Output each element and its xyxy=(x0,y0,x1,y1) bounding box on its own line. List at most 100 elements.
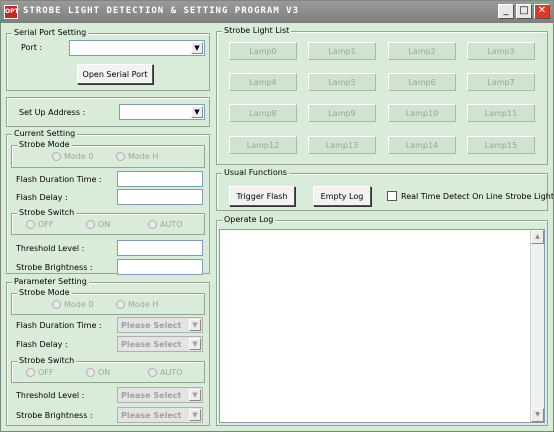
param-flash-delay-label: Flash Delay : xyxy=(16,340,68,349)
param-mode-0-label: Mode 0 xyxy=(64,300,94,309)
lamp-button[interactable]: Lamp6 xyxy=(388,73,456,91)
current-flash-duration-label: Flash Duration Time : xyxy=(16,175,102,184)
lamp-button[interactable]: Lamp7 xyxy=(467,73,535,91)
param-flash-duration-label: Flash Duration Time : xyxy=(16,321,102,330)
radio-icon xyxy=(148,220,157,229)
lamp-button[interactable]: Lamp2 xyxy=(388,42,456,60)
chevron-down-icon[interactable]: ▼ xyxy=(189,389,201,401)
port-label: Port : xyxy=(21,43,43,52)
current-setting-group: Current Setting Strobe Mode Mode 0 Mode … xyxy=(6,129,210,275)
radio-icon xyxy=(26,368,35,377)
current-brightness-label: Strobe Brightness : xyxy=(16,263,93,272)
current-brightness-field[interactable] xyxy=(117,259,203,275)
radio-icon xyxy=(86,368,95,377)
serial-port-group: Serial Port Setting Port : ▼ Open Serial… xyxy=(6,28,210,91)
radio-icon xyxy=(116,152,125,161)
param-threshold-value: Please Select xyxy=(121,391,182,400)
param-brightness-label: Strobe Brightness : xyxy=(16,411,93,420)
param-strobe-mode-legend: Strobe Mode xyxy=(17,288,72,298)
close-button[interactable]: ✕ xyxy=(534,4,550,19)
lamp-list-legend: Strobe Light List xyxy=(222,26,292,36)
current-strobe-switch-group: Strobe Switch OFF ON AUTO xyxy=(11,208,205,235)
current-mode-0-radio[interactable]: Mode 0 xyxy=(52,152,93,161)
lamp-button[interactable]: Lamp9 xyxy=(308,104,376,122)
checkbox-icon xyxy=(387,191,397,201)
usual-functions-legend: Usual Functions xyxy=(222,168,289,178)
param-brightness-select[interactable]: Please Select ▼ xyxy=(117,407,203,423)
param-threshold-label: Threshold Level : xyxy=(16,391,85,400)
param-off-label: OFF xyxy=(38,368,54,377)
operate-log-textarea[interactable]: ▲ ▼ xyxy=(219,229,545,423)
setup-address-label: Set Up Address : xyxy=(19,108,86,117)
setup-address-group: Set Up Address : ▼ xyxy=(6,97,210,127)
param-threshold-select[interactable]: Please Select ▼ xyxy=(117,387,203,403)
current-on-label: ON xyxy=(98,220,111,229)
current-on-radio[interactable]: ON xyxy=(86,220,110,229)
current-off-radio[interactable]: OFF xyxy=(26,220,54,229)
realtime-detect-label: Real Time Detect On Line Strobe Light xyxy=(401,191,554,201)
main-window: OPT STROBE LIGHT DETECTION & SETTING PRO… xyxy=(0,0,554,432)
current-mode-h-label: Mode H xyxy=(128,152,159,161)
trigger-flash-button[interactable]: Trigger Flash xyxy=(229,186,295,206)
log-scrollbar[interactable]: ▲ ▼ xyxy=(530,230,544,422)
param-flash-duration-select[interactable]: Please Select ▼ xyxy=(117,317,203,333)
lamp-button[interactable]: Lamp13 xyxy=(308,136,376,154)
chevron-down-icon[interactable]: ▼ xyxy=(191,42,203,54)
lamp-button[interactable]: Lamp1 xyxy=(308,42,376,60)
radio-icon xyxy=(86,220,95,229)
current-threshold-field[interactable] xyxy=(117,240,203,256)
param-mode-h-label: Mode H xyxy=(128,300,159,309)
realtime-detect-checkbox[interactable]: Real Time Detect On Line Strobe Light xyxy=(387,191,554,201)
lamp-button[interactable]: Lamp0 xyxy=(229,42,297,60)
chevron-down-icon[interactable]: ▼ xyxy=(189,338,201,350)
current-strobe-mode-group: Strobe Mode Mode 0 Mode H xyxy=(11,140,205,168)
lamp-button[interactable]: Lamp3 xyxy=(467,42,535,60)
param-auto-label: AUTO xyxy=(160,368,183,377)
current-auto-label: AUTO xyxy=(160,220,183,229)
radio-icon xyxy=(116,300,125,309)
current-threshold-label: Threshold Level : xyxy=(16,244,85,253)
lamp-button[interactable]: Lamp11 xyxy=(467,104,535,122)
maximize-button[interactable]: □ xyxy=(516,4,532,19)
current-flash-duration-field[interactable] xyxy=(117,171,203,187)
open-serial-port-button[interactable]: Open Serial Port xyxy=(77,64,153,84)
parameter-setting-group: Parameter Setting Strobe Mode Mode 0 Mod… xyxy=(6,277,210,426)
param-auto-radio[interactable]: AUTO xyxy=(148,368,183,377)
lamp-button[interactable]: Lamp5 xyxy=(308,73,376,91)
param-mode-h-radio[interactable]: Mode H xyxy=(116,300,158,309)
lamp-button[interactable]: Lamp4 xyxy=(229,73,297,91)
lamp-button[interactable]: Lamp15 xyxy=(467,136,535,154)
param-on-radio[interactable]: ON xyxy=(86,368,110,377)
lamp-button[interactable]: Lamp12 xyxy=(229,136,297,154)
lamp-button[interactable]: Lamp14 xyxy=(388,136,456,154)
radio-icon xyxy=(26,220,35,229)
param-on-label: ON xyxy=(98,368,111,377)
usual-functions-group: Usual Functions Trigger Flash Empty Log … xyxy=(216,168,553,211)
lamp-button[interactable]: Lamp8 xyxy=(229,104,297,122)
minimize-button[interactable]: _ xyxy=(498,4,514,19)
radio-icon xyxy=(52,152,61,161)
empty-log-button[interactable]: Empty Log xyxy=(313,186,371,206)
current-strobe-mode-legend: Strobe Mode xyxy=(17,140,72,150)
param-brightness-value: Please Select xyxy=(121,411,182,420)
radio-icon xyxy=(52,300,61,309)
chevron-down-icon[interactable]: ▼ xyxy=(189,409,201,421)
serial-port-legend: Serial Port Setting xyxy=(12,28,89,38)
lamp-button[interactable]: Lamp10 xyxy=(388,104,456,122)
chevron-down-icon[interactable]: ▼ xyxy=(191,106,203,118)
radio-icon xyxy=(148,368,157,377)
port-select[interactable]: ▼ xyxy=(69,40,205,56)
title-bar[interactable]: OPT STROBE LIGHT DETECTION & SETTING PRO… xyxy=(1,1,553,23)
param-strobe-switch-group: Strobe Switch OFF ON AUTO xyxy=(11,356,205,383)
current-flash-delay-field[interactable] xyxy=(117,189,203,205)
param-flash-delay-select[interactable]: Please Select ▼ xyxy=(117,336,203,352)
current-auto-radio[interactable]: AUTO xyxy=(148,220,183,229)
current-mode-h-radio[interactable]: Mode H xyxy=(116,152,158,161)
param-mode-0-radio[interactable]: Mode 0 xyxy=(52,300,93,309)
param-off-radio[interactable]: OFF xyxy=(26,368,54,377)
chevron-down-icon[interactable]: ▼ xyxy=(189,319,201,331)
setup-address-select[interactable]: ▼ xyxy=(119,104,205,120)
scroll-up-icon[interactable]: ▲ xyxy=(531,230,544,244)
scroll-down-icon[interactable]: ▼ xyxy=(531,408,544,422)
operate-log-group: Operate Log ▲ ▼ xyxy=(216,215,548,426)
